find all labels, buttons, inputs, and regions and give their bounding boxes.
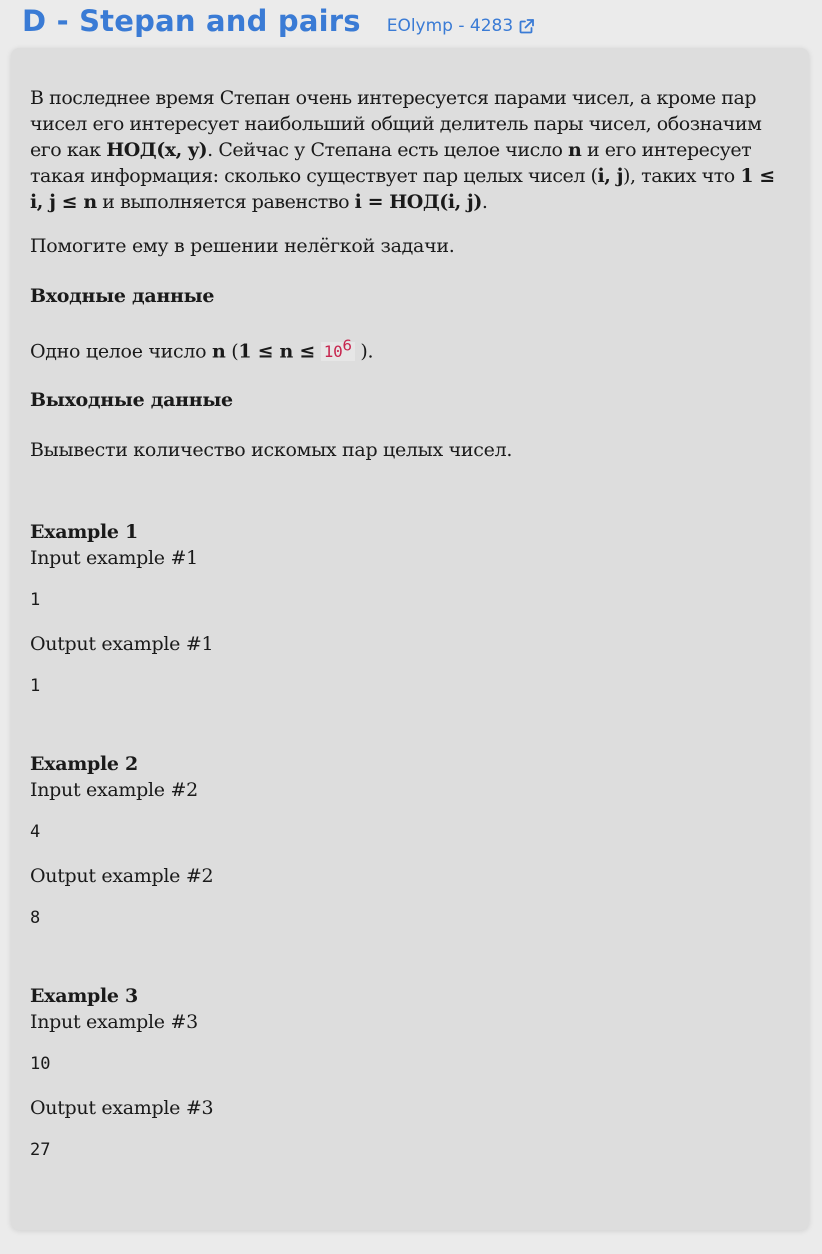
input-example-label: Input example #3 — [30, 1011, 198, 1034]
output-example-value: 27 — [30, 1140, 51, 1161]
problem-header: D - Stepan and pairs EOlymp - 4283 — [22, 4, 535, 38]
input-example-label: Input example #2 — [30, 779, 198, 802]
var-n: n — [568, 139, 582, 161]
input-description: Одно целое число n (1 ≤ n ≤ 106 ). — [30, 337, 374, 363]
example-2: Example 2 Input example #2 4 Output exam… — [30, 751, 790, 931]
statement-paragraph-2: Помогите ему в решении нелёгкой задачи. — [30, 235, 455, 257]
output-example-label: Output example #2 — [30, 865, 214, 888]
input-heading: Входные данные — [30, 285, 215, 307]
output-example-value: 8 — [30, 908, 41, 929]
input-example-value: 1 — [30, 590, 41, 611]
output-description: Выывести количество искомых пар целых чи… — [30, 439, 513, 462]
statement-paragraph: В последнее время Степан очень интересуе… — [30, 87, 775, 213]
var-ij: i, j — [597, 165, 624, 187]
problem-title: D - Stepan and pairs — [22, 4, 361, 38]
output-example-value: 1 — [30, 676, 41, 697]
source-link[interactable]: EOlymp - 4283 — [387, 16, 535, 36]
gcd-xy: НОД(x, y) — [106, 139, 208, 161]
output-example-label: Output example #3 — [30, 1097, 214, 1120]
external-link-icon — [518, 18, 535, 35]
example-title: Example 3 — [30, 985, 138, 1008]
example-title: Example 2 — [30, 753, 138, 776]
example-title: Example 1 — [30, 521, 138, 544]
input-example-value: 10 — [30, 1054, 51, 1075]
input-var-n: n — [212, 340, 226, 363]
output-heading: Выходные данные — [30, 389, 233, 412]
input-condition: 1 ≤ n ≤ — [238, 340, 315, 363]
source-link-label: EOlymp - 4283 — [386, 16, 514, 36]
example-1: Example 1 Input example #1 1 Output exam… — [30, 519, 790, 699]
constraint-code: 106 — [320, 337, 355, 362]
equation: i = НОД(i, j) — [354, 191, 483, 213]
input-example-label: Input example #1 — [30, 547, 198, 570]
input-example-value: 4 — [30, 822, 41, 843]
output-example-label: Output example #1 — [30, 633, 214, 656]
example-3: Example 3 Input example #3 10 Output exa… — [30, 983, 790, 1163]
problem-card: В последнее время Степан очень интересуе… — [11, 48, 809, 1230]
